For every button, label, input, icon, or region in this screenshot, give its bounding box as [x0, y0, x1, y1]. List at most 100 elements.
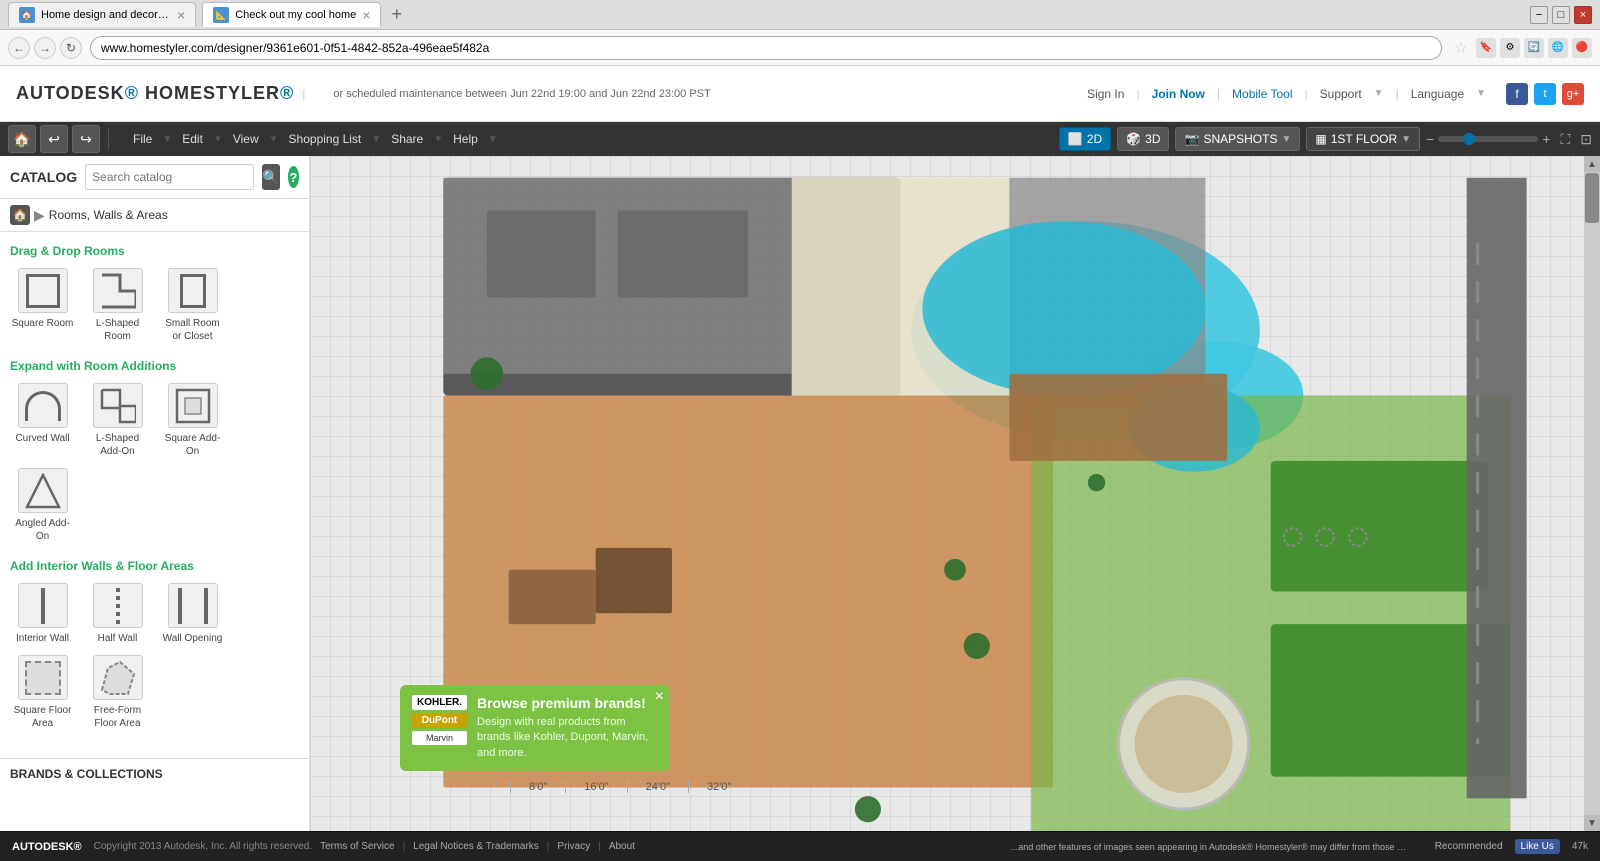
footer-terms-link[interactable]: Terms of Service — [320, 841, 394, 852]
small-room-closet-icon — [168, 268, 218, 313]
minimize-button[interactable]: − — [1530, 6, 1548, 24]
browser-tab-1[interactable]: 🏠 Home design and decora... × — [8, 2, 196, 27]
angled-addon-item[interactable]: Angled Add-On — [10, 468, 75, 543]
edit-menu[interactable]: Edit — [174, 128, 211, 150]
square-addon-item[interactable]: Square Add-On — [160, 383, 225, 458]
curved-wall-shape — [25, 391, 61, 421]
ext-icon-4[interactable]: 🌐 — [1548, 38, 1568, 58]
support-link[interactable]: Support — [1320, 87, 1362, 101]
view-menu[interactable]: View — [225, 128, 267, 150]
l-shaped-addon-item[interactable]: L-Shaped Add-On — [85, 383, 150, 458]
twitter-icon[interactable]: t — [1534, 83, 1556, 105]
freeform-floor-area-item[interactable]: Free-Form Floor Area — [85, 655, 150, 730]
zoom-minus-button[interactable]: − — [1426, 131, 1434, 147]
catalog-search-input[interactable] — [85, 164, 254, 190]
zoom-slider-thumb[interactable] — [1463, 133, 1475, 145]
interior-items: Interior Wall Half Wall Wall Opening — [10, 583, 299, 730]
scroll-down-button[interactable]: ▼ — [1584, 815, 1600, 831]
back-button[interactable]: ← — [8, 37, 30, 59]
ext-icon-2[interactable]: ⚙ — [1500, 38, 1520, 58]
zoom-controls: − + — [1426, 131, 1550, 147]
wall-opening-item[interactable]: Wall Opening — [160, 583, 225, 645]
l-shaped-room-label: L-Shaped Room — [85, 317, 150, 343]
half-wall-item[interactable]: Half Wall — [85, 583, 150, 645]
undo-button[interactable]: ↩ — [40, 125, 68, 153]
brands-title: BRANDS & COLLECTIONS — [10, 767, 163, 781]
facebook-icon[interactable]: f — [1506, 83, 1528, 105]
ext-icon-1[interactable]: 🔖 — [1476, 38, 1496, 58]
interior-section-title: Add Interior Walls & Floor Areas — [10, 559, 299, 573]
canvas-area[interactable]: 8'0" 16'0" 24'0" 32'0" ▲ ▼ × KOHLER. DuP… — [310, 156, 1600, 831]
browser-tab-2[interactable]: 📐 Check out my cool home × — [202, 2, 381, 27]
snapshots-button[interactable]: 📷 SNAPSHOTS ▼ — [1175, 127, 1300, 151]
close-button[interactable]: × — [1574, 6, 1592, 24]
scroll-thumb[interactable] — [1585, 173, 1599, 223]
forward-button[interactable]: → — [34, 37, 56, 59]
new-tab-button[interactable]: + — [391, 4, 402, 25]
footer-privacy-link[interactable]: Privacy — [557, 841, 590, 852]
tab1-close[interactable]: × — [177, 7, 185, 23]
ext-icon-5[interactable]: 🔴 — [1572, 38, 1592, 58]
curved-wall-icon — [18, 383, 68, 428]
angled-addon-icon — [18, 468, 68, 513]
shopping-list-menu[interactable]: Shopping List — [281, 128, 370, 150]
help-button[interactable]: ? — [288, 166, 299, 188]
square-addon-shape — [175, 388, 211, 424]
url-bar[interactable] — [90, 36, 1442, 60]
zoom-plus-button[interactable]: + — [1542, 131, 1550, 147]
footer-copyright: Copyright 2013 Autodesk, Inc. All rights… — [94, 841, 312, 852]
curved-wall-item[interactable]: Curved Wall — [10, 383, 75, 458]
expand-button[interactable]: ⊡ — [1580, 131, 1592, 148]
language-link[interactable]: Language — [1411, 87, 1464, 101]
ext-icon-3[interactable]: 🔄 — [1524, 38, 1544, 58]
square-floor-area-item[interactable]: Square Floor Area — [10, 655, 75, 730]
file-menu[interactable]: File — [125, 128, 160, 150]
googleplus-icon[interactable]: g+ — [1562, 83, 1584, 105]
wall-opening-label: Wall Opening — [163, 632, 223, 645]
l-shaped-room-item[interactable]: L-Shaped Room — [85, 268, 150, 343]
catalog-search-button[interactable]: 🔍 — [262, 164, 279, 190]
breadcrumb-home-button[interactable]: 🏠 — [10, 205, 30, 225]
app-toolbar: 🏠 ↩ ↪ File ▼ Edit ▼ View ▼ Shopping List… — [0, 122, 1600, 156]
fullscreen-button[interactable]: ⛶ — [1560, 131, 1570, 148]
tab2-favicon: 📐 — [213, 7, 229, 23]
interior-wall-label: Interior Wall — [16, 632, 69, 645]
kohler-ad-close-button[interactable]: × — [655, 689, 664, 705]
square-room-item[interactable]: Square Room — [10, 268, 75, 343]
drag-drop-section-title: Drag & Drop Rooms — [10, 244, 299, 258]
join-now-link[interactable]: Join Now — [1152, 87, 1205, 101]
refresh-button[interactable]: ↻ — [60, 37, 82, 59]
ruler: 8'0" 16'0" 24'0" 32'0" — [510, 781, 749, 793]
small-room-closet-item[interactable]: Small Room or Closet — [160, 268, 225, 343]
interior-wall-icon — [18, 583, 68, 628]
sign-in-link[interactable]: Sign In — [1087, 87, 1124, 101]
main-layout: CATALOG 🔍 ? 🏠 ▶ Rooms, Walls & Areas Dra… — [0, 156, 1600, 831]
floor-selector[interactable]: ▦ 1ST FLOOR ▼ — [1306, 127, 1420, 151]
zoom-slider[interactable] — [1438, 136, 1538, 142]
share-menu[interactable]: Share — [383, 128, 431, 150]
like-us-button[interactable]: Like Us — [1515, 839, 1560, 854]
home-tool-button[interactable]: 🏠 — [8, 125, 36, 153]
view-2d-button[interactable]: ⬜ 2D — [1059, 127, 1111, 151]
redo-button[interactable]: ↪ — [72, 125, 100, 153]
floor-dropdown-icon: ▼ — [1401, 134, 1411, 145]
drag-drop-items: Square Room L-Shaped Room Small Room or … — [10, 268, 299, 343]
social-icons: f t g+ — [1506, 83, 1584, 105]
maximize-button[interactable]: □ — [1552, 6, 1570, 24]
bookmark-star[interactable]: ☆ — [1454, 38, 1468, 58]
help-menu[interactable]: Help — [445, 128, 486, 150]
interior-wall-item[interactable]: Interior Wall — [10, 583, 75, 645]
freeform-floor-area-label: Free-Form Floor Area — [85, 704, 150, 730]
scroll-track[interactable] — [1584, 172, 1600, 815]
bottom-bar: AUTODESK® Copyright 2013 Autodesk, Inc. … — [0, 831, 1600, 861]
mobile-tool-link[interactable]: Mobile Tool — [1232, 87, 1292, 101]
view-3d-button[interactable]: 🎲 3D — [1117, 127, 1169, 151]
right-scrollbar[interactable]: ▲ ▼ — [1584, 156, 1600, 831]
footer-count: 47k — [1572, 841, 1588, 852]
tab2-close[interactable]: × — [362, 7, 370, 23]
footer-about-link[interactable]: About — [609, 841, 635, 852]
footer-legal-link[interactable]: Legal Notices & Trademarks — [413, 841, 539, 852]
breadcrumb-text: Rooms, Walls & Areas — [49, 208, 168, 222]
catalog-header: CATALOG 🔍 ? — [0, 156, 309, 199]
scroll-up-button[interactable]: ▲ — [1584, 156, 1600, 172]
